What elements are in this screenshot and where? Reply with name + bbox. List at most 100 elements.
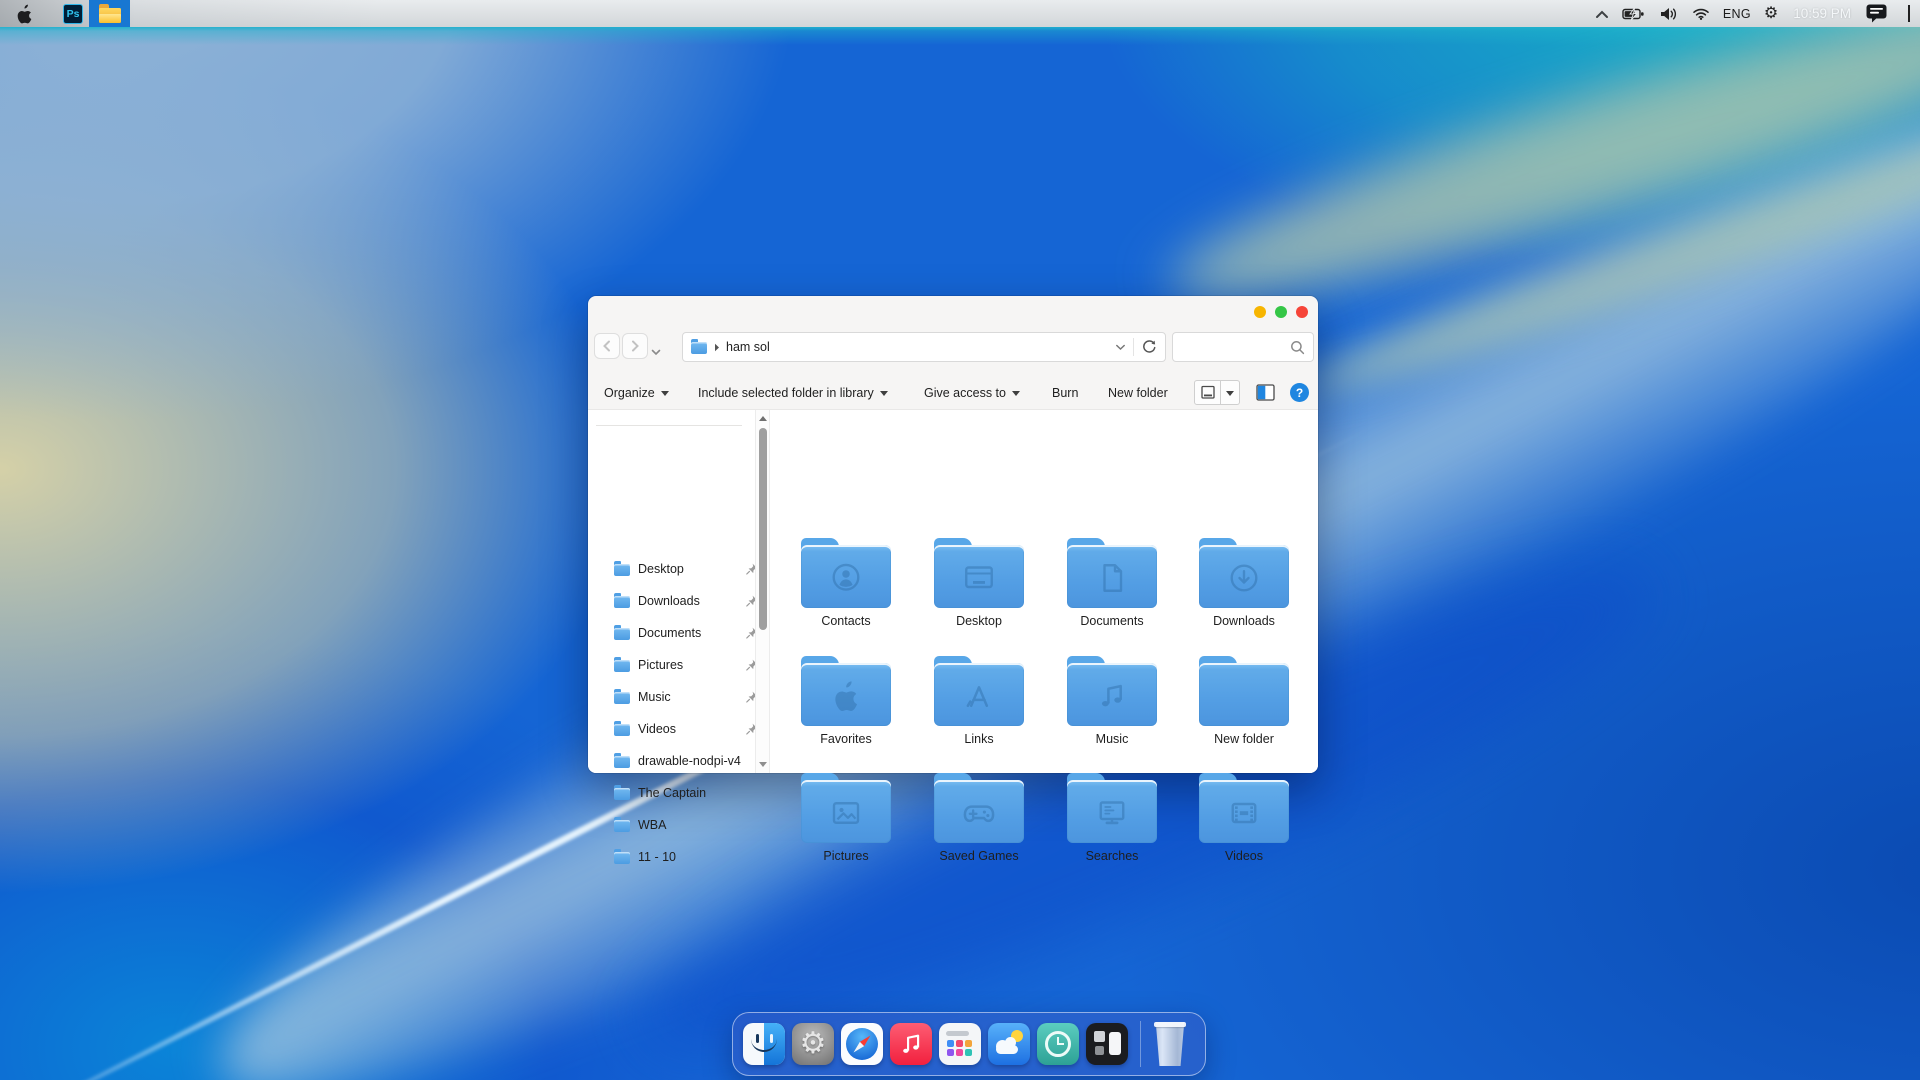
folder-item-videos[interactable]: Videos xyxy=(1182,773,1306,885)
scrollbar-thumb[interactable] xyxy=(758,428,767,630)
sidebar-item-music[interactable]: Music xyxy=(614,681,760,713)
address-dropdown-icon[interactable] xyxy=(1115,344,1126,351)
apple-menu-icon[interactable] xyxy=(16,4,33,24)
refresh-icon[interactable] xyxy=(1141,339,1157,355)
battery-charging-icon[interactable] xyxy=(1622,7,1646,21)
sidebar-scrollbar[interactable] xyxy=(755,410,770,773)
folder-icon xyxy=(934,773,1024,843)
sidebar-item-label: Music xyxy=(638,690,671,704)
trash-dock-icon[interactable] xyxy=(1153,1022,1187,1066)
finder-dock-icon[interactable] xyxy=(743,1023,785,1065)
preview-pane-icon xyxy=(1256,384,1275,401)
organize-label: Organize xyxy=(604,385,655,400)
give-access-button[interactable]: Give access to xyxy=(924,376,1020,409)
burn-button[interactable]: Burn xyxy=(1052,376,1078,409)
sidebar-item-downloads[interactable]: Downloads xyxy=(614,585,760,617)
search-box[interactable] xyxy=(1172,332,1314,362)
folder-label: Downloads xyxy=(1213,614,1275,628)
sidebar-item-videos[interactable]: Videos xyxy=(614,713,760,745)
settings-gear-icon[interactable]: ⚙ xyxy=(1764,5,1778,22)
folder-item-saved-games[interactable]: Saved Games xyxy=(917,773,1041,885)
folder-icon xyxy=(614,785,630,800)
command-bar: Organize Include selected folder in libr… xyxy=(588,376,1318,409)
sidebar-item-the-captain[interactable]: The Captain xyxy=(614,777,760,809)
folder-label: Contacts xyxy=(821,614,871,628)
recent-locations-dropdown[interactable] xyxy=(651,343,661,361)
folder-item-pictures[interactable]: Pictures xyxy=(784,773,908,885)
system-preferences-dock-icon[interactable]: ⚙ xyxy=(792,1023,834,1065)
folder-item-music[interactable]: Music xyxy=(1050,656,1174,768)
folder-item-new-folder[interactable]: New folder xyxy=(1182,656,1306,768)
sidebar-item-wba[interactable]: WBA xyxy=(614,809,760,841)
document-icon xyxy=(1067,550,1157,606)
sidebar-item-label: The Captain xyxy=(638,786,707,800)
sidebar-item-documents[interactable]: Documents xyxy=(614,617,760,649)
time-machine-dock-icon[interactable] xyxy=(1037,1023,1079,1065)
folder-label: Desktop xyxy=(956,614,1002,628)
volume-icon[interactable] xyxy=(1659,7,1679,21)
folder-item-favorites[interactable]: Favorites xyxy=(784,656,908,768)
launchpad-dock-icon[interactable] xyxy=(939,1023,981,1065)
sidebar-item-label: 11 - 10 xyxy=(638,850,676,864)
view-options-dropdown[interactable] xyxy=(1221,380,1240,405)
sidebar-item-11-10[interactable]: 11 - 10 xyxy=(614,841,760,873)
search-icon[interactable] xyxy=(1290,340,1305,355)
minimize-button[interactable] xyxy=(1254,306,1266,318)
help-button[interactable]: ? xyxy=(1290,383,1309,402)
address-bar[interactable]: ham sol xyxy=(682,332,1166,362)
file-explorer-app-icon[interactable] xyxy=(89,0,130,27)
notification-icon[interactable] xyxy=(1866,4,1887,23)
folder-icon xyxy=(1199,773,1289,843)
sidebar-item-pictures[interactable]: Pictures xyxy=(614,649,760,681)
folder-icon xyxy=(1067,656,1157,726)
organize-button[interactable]: Organize xyxy=(604,376,669,409)
folder-item-documents[interactable]: Documents xyxy=(1050,538,1174,650)
folder-icon xyxy=(934,538,1024,608)
new-folder-button[interactable]: New folder xyxy=(1108,376,1168,409)
folder-icon xyxy=(801,773,891,843)
view-button-group xyxy=(1194,380,1240,405)
folder-item-downloads[interactable]: Downloads xyxy=(1182,538,1306,650)
preview-pane-button[interactable] xyxy=(1256,384,1275,406)
chevron-right-icon xyxy=(632,340,639,352)
folder-label: Saved Games xyxy=(939,849,1019,863)
music-note-icon xyxy=(1067,668,1157,724)
zoom-button[interactable] xyxy=(1275,306,1287,318)
safari-dock-icon[interactable] xyxy=(841,1023,883,1065)
tiles-dock-icon[interactable] xyxy=(1086,1023,1128,1065)
weather-dock-icon[interactable] xyxy=(988,1023,1030,1065)
back-button[interactable] xyxy=(594,333,620,359)
sidebar-item-label: Downloads xyxy=(638,594,700,608)
sidebar-item-label: drawable-nodpi-v4 xyxy=(638,754,741,768)
include-in-library-button[interactable]: Include selected folder in library xyxy=(698,376,888,409)
wifi-icon[interactable] xyxy=(1692,7,1710,20)
search-input[interactable] xyxy=(1181,340,1290,354)
folder-icon xyxy=(614,753,630,768)
change-view-button[interactable] xyxy=(1194,380,1221,405)
folder-item-searches[interactable]: Searches xyxy=(1050,773,1174,885)
scroll-up-arrow[interactable] xyxy=(758,416,767,421)
gamepad-icon xyxy=(934,785,1024,841)
icons-view-icon xyxy=(1200,385,1215,399)
window-content: Desktop Downloads Documents Pictures Mus xyxy=(588,410,1318,864)
sidebar-item-desktop[interactable]: Desktop xyxy=(614,553,760,585)
forward-button[interactable] xyxy=(622,333,648,359)
apple-music-dock-icon[interactable] xyxy=(890,1023,932,1065)
folder-label: Documents xyxy=(1080,614,1144,628)
gear-icon: ⚙ xyxy=(799,1027,827,1060)
menu-bar-clock[interactable]: 10:59 PM xyxy=(1793,6,1851,21)
folder-item-desktop[interactable]: Desktop xyxy=(917,538,1041,650)
folder-icon xyxy=(614,561,630,576)
folder-label: Videos xyxy=(1225,849,1263,863)
close-button[interactable] xyxy=(1296,306,1308,318)
folder-icon xyxy=(1199,538,1289,608)
folder-item-contacts[interactable]: Contacts xyxy=(784,538,908,650)
sidebar-item-drawable-nodpi-v4[interactable]: drawable-nodpi-v4 xyxy=(614,745,760,777)
language-indicator[interactable]: ENG xyxy=(1723,7,1751,21)
folder-item-links[interactable]: Links xyxy=(917,656,1041,768)
photoshop-app-icon[interactable]: Ps xyxy=(63,3,83,24)
scroll-down-arrow[interactable] xyxy=(758,762,767,767)
folder-label: Searches xyxy=(1085,849,1139,863)
chevron-up-icon[interactable] xyxy=(1595,9,1609,19)
apple-icon xyxy=(801,668,891,724)
